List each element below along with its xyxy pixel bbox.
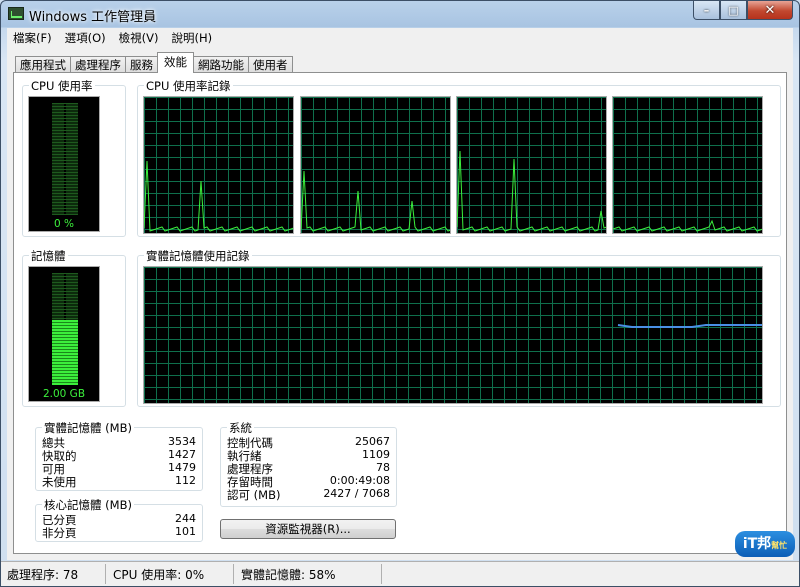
kernel-memory-label: 核心記憶體 (MB) xyxy=(42,497,134,513)
stat-paged-value: 244 xyxy=(175,512,196,525)
tab-applications[interactable]: 應用程式 xyxy=(15,56,71,73)
menu-bar: 檔案(F) 選項(O) 檢視(V) 說明(H) xyxy=(7,28,793,48)
cpu-usage-label: CPU 使用率 xyxy=(29,78,95,94)
window-title: Windows 工作管理員 xyxy=(29,10,157,25)
cpu-core-3-line xyxy=(457,150,606,232)
menu-options[interactable]: 選項(O) xyxy=(59,30,113,46)
cpu-usage-group: CPU 使用率 0 % xyxy=(22,78,126,237)
stat-free-value: 112 xyxy=(175,474,196,487)
cpu-history-label: CPU 使用率記錄 xyxy=(144,78,233,94)
tab-networking[interactable]: 網路功能 xyxy=(193,56,249,73)
memory-history-graph xyxy=(143,266,763,404)
memory-group: 記憶體 2.00 GB xyxy=(22,248,126,407)
stat-threads-value: 1109 xyxy=(362,448,390,461)
status-memory: 實體記憶體: 58% xyxy=(241,568,336,582)
physical-memory-label: 實體記憶體 (MB) xyxy=(42,420,134,436)
task-manager-window: Windows 工作管理員 – □ ✕ 檔案(F) 選項(O) 檢視(V) 說明… xyxy=(0,0,800,587)
status-separator xyxy=(381,564,382,584)
cpu-history-core-2 xyxy=(300,96,451,234)
memory-history-label: 實體記憶體使用記錄 xyxy=(144,248,252,264)
system-group: 系統 控制代碼 25067 執行緒 1109 處理程序 78 存留時間 0:00… xyxy=(220,420,397,507)
performance-panel: CPU 使用率 0 % CPU 使用率記錄 記憶體 2.00 GB 實體記憶體使… xyxy=(13,72,787,554)
memory-meter: 2.00 GB xyxy=(28,266,100,402)
physical-memory-group: 實體記憶體 (MB) 總共 3534 快取的 1427 可用 1479 未使用 … xyxy=(35,420,203,491)
menu-view[interactable]: 檢視(V) xyxy=(113,30,166,46)
close-icon: ✕ xyxy=(764,2,776,18)
watermark-subtext: 幫忙 xyxy=(771,541,788,550)
tab-performance[interactable]: 效能 xyxy=(157,52,194,73)
maximize-icon: □ xyxy=(728,3,739,17)
title-bar[interactable]: Windows 工作管理員 – □ ✕ xyxy=(1,1,799,27)
memory-value: 2.00 GB xyxy=(42,388,86,400)
cpu-core-1-line xyxy=(144,160,293,232)
client-area: 應用程式 處理程序 服務 效能 網路功能 使用者 CPU 使用率 0 % CPU… xyxy=(7,48,793,560)
minimize-icon: – xyxy=(703,3,710,17)
stat-uptime-value: 0:00:49:08 xyxy=(329,474,390,487)
stat-processes-value: 78 xyxy=(376,461,390,474)
memory-history-line xyxy=(617,324,762,328)
watermark-text: iT邦 xyxy=(742,536,772,552)
status-cpu: CPU 使用率: 0% xyxy=(113,568,205,582)
memory-label: 記憶體 xyxy=(29,248,68,264)
cpu-history-group: CPU 使用率記錄 xyxy=(137,78,781,237)
stat-handles-value: 25067 xyxy=(355,435,390,448)
status-separator xyxy=(233,564,234,584)
stat-cached-value: 1427 xyxy=(168,448,196,461)
cpu-usage-value: 0 % xyxy=(54,218,74,230)
stat-commit-label: 認可 (MB) xyxy=(227,488,281,502)
system-label: 系統 xyxy=(227,420,254,436)
close-button[interactable]: ✕ xyxy=(747,1,793,20)
caption-buttons: – □ ✕ xyxy=(693,1,793,21)
status-processes: 處理程序: 78 xyxy=(7,568,79,582)
stat-nonpaged-value: 101 xyxy=(175,525,196,538)
stat-nonpaged-label: 非分頁 xyxy=(42,526,77,540)
cpu-history-core-3 xyxy=(456,96,607,234)
tab-users[interactable]: 使用者 xyxy=(248,56,293,73)
status-separator xyxy=(105,564,106,584)
stat-commit-value: 2427 / 7068 xyxy=(323,487,390,500)
tab-services[interactable]: 服務 xyxy=(125,56,158,73)
minimize-button[interactable]: – xyxy=(693,1,720,20)
tab-processes[interactable]: 處理程序 xyxy=(70,56,126,73)
status-bar: 處理程序: 78 CPU 使用率: 0% 實體記憶體: 58% xyxy=(1,561,799,586)
stat-available-value: 1479 xyxy=(168,461,196,474)
kernel-memory-group: 核心記憶體 (MB) 已分頁 244 非分頁 101 xyxy=(35,497,203,542)
stat-total-value: 3534 xyxy=(168,435,196,448)
stat-free-label: 未使用 xyxy=(42,475,77,489)
memory-meter-fill xyxy=(52,320,78,385)
cpu-history-core-1 xyxy=(143,96,294,234)
cpu-meter-bars xyxy=(52,103,78,215)
task-manager-icon xyxy=(8,7,24,20)
maximize-button[interactable]: □ xyxy=(720,1,747,20)
menu-file[interactable]: 檔案(F) xyxy=(7,30,59,46)
memory-history-group: 實體記憶體使用記錄 xyxy=(137,248,781,407)
cpu-core-2-line xyxy=(301,170,450,232)
cpu-history-core-4 xyxy=(612,96,763,234)
tab-strip: 應用程式 處理程序 服務 效能 網路功能 使用者 xyxy=(15,52,293,73)
resource-monitor-button[interactable]: 資源監視器(R)... xyxy=(220,519,396,539)
cpu-core-4-line xyxy=(613,219,762,232)
cpu-usage-meter: 0 % xyxy=(28,96,100,232)
menu-help[interactable]: 說明(H) xyxy=(165,30,219,46)
itbang-watermark-logo: iT邦幫忙 xyxy=(735,531,795,557)
